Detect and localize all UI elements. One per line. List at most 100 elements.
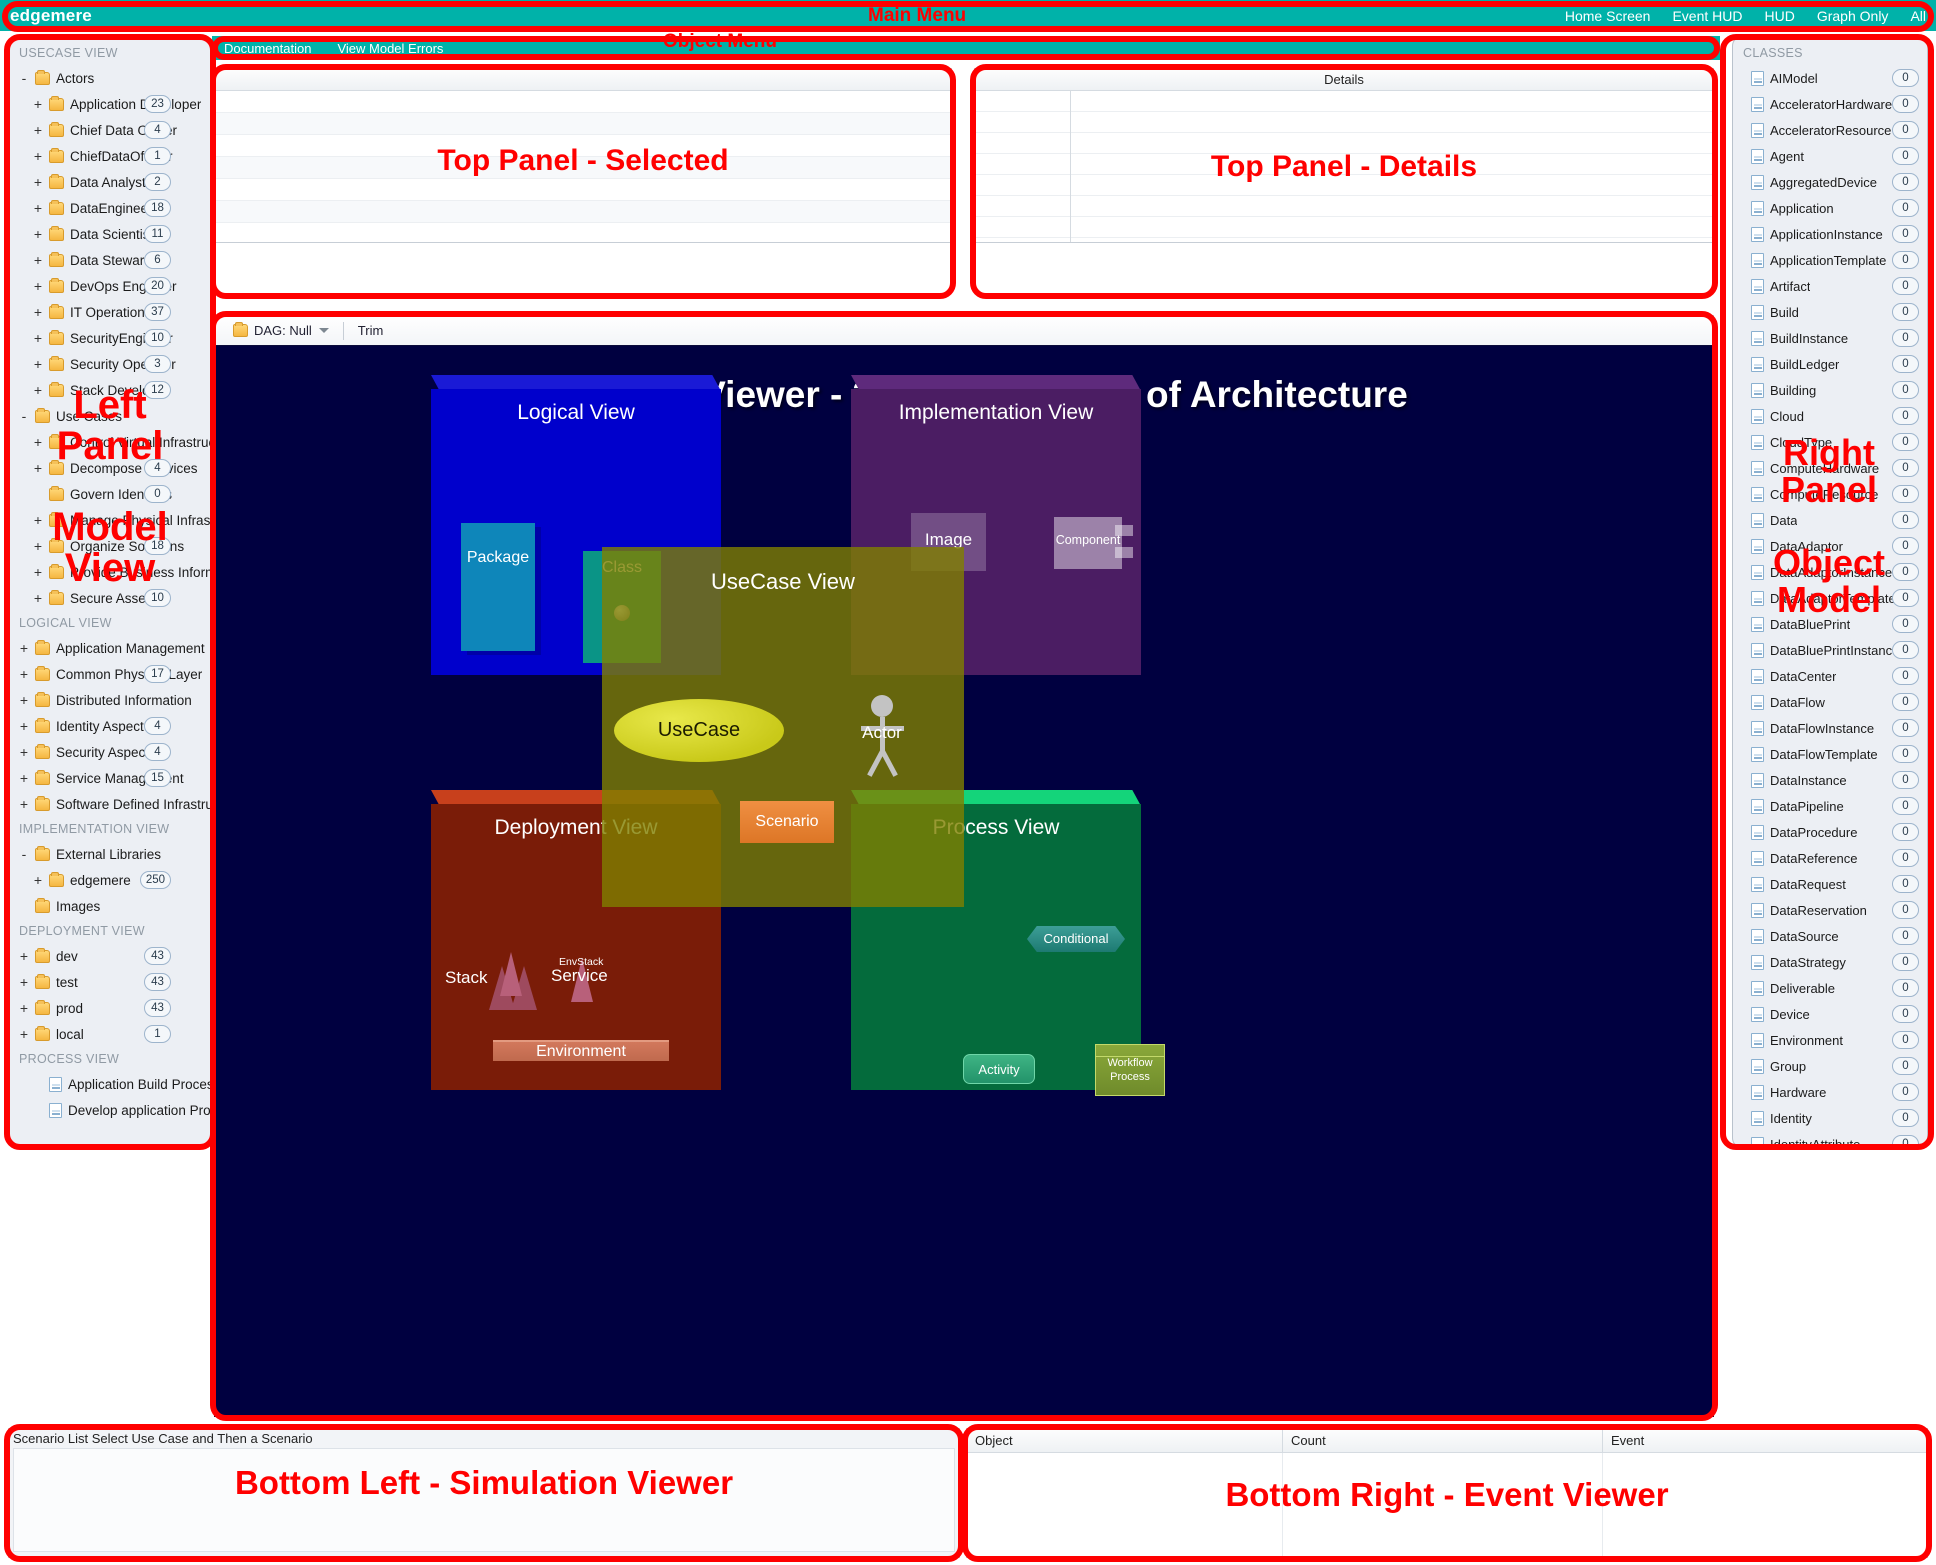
expand-toggle-icon[interactable]: + bbox=[17, 719, 31, 733]
tree-item[interactable]: + DevOps Engineer 20 bbox=[9, 273, 211, 299]
column-header-event[interactable]: Event bbox=[1603, 1429, 1927, 1452]
node-usecase[interactable]: UseCase bbox=[614, 699, 784, 762]
tree-item[interactable]: + Manage Physical Infrastructure bbox=[9, 507, 211, 533]
tree-item[interactable]: + Control Virtual Infrastructure bbox=[9, 429, 211, 455]
left-panel-model-view[interactable]: USECASE VIEW - Actors + Application Develope… bbox=[8, 36, 212, 1148]
class-list-item[interactable]: AcceleratorResource 0 bbox=[1733, 117, 1927, 143]
class-list-item[interactable]: Artifact 0 bbox=[1733, 273, 1927, 299]
node-environment[interactable]: Environment bbox=[493, 1040, 669, 1061]
tree-item[interactable]: + Data Steward 6 bbox=[9, 247, 211, 273]
tree-item[interactable]: - Actors bbox=[9, 65, 211, 91]
details-cell[interactable] bbox=[975, 196, 1070, 217]
tree-item[interactable]: + Application Management bbox=[9, 635, 211, 661]
class-list-item[interactable]: BuildInstance 0 bbox=[1733, 325, 1927, 351]
bottom-left-simulation-viewer[interactable]: Scenario List Select Use Case and Then a… bbox=[8, 1428, 960, 1558]
expand-toggle-icon[interactable]: + bbox=[31, 201, 45, 215]
chevron-down-icon[interactable] bbox=[318, 328, 329, 333]
details-cell[interactable] bbox=[975, 217, 1070, 238]
expand-toggle-icon[interactable]: + bbox=[17, 797, 31, 811]
class-list-item[interactable]: Data 0 bbox=[1733, 507, 1927, 533]
tree-item[interactable]: + Organize Solutions 18 bbox=[9, 533, 211, 559]
expand-toggle-icon[interactable]: + bbox=[17, 949, 31, 963]
node-conditional[interactable]: Conditional bbox=[1027, 926, 1125, 952]
details-cell[interactable] bbox=[1071, 133, 1713, 154]
expand-toggle-icon[interactable]: + bbox=[31, 539, 45, 553]
selected-row[interactable] bbox=[215, 113, 951, 135]
details-cell[interactable] bbox=[975, 133, 1070, 154]
expand-toggle-icon[interactable]: + bbox=[17, 745, 31, 759]
menu-item-event-hud[interactable]: Event HUD bbox=[1672, 8, 1742, 24]
cube-usecase-view[interactable]: UseCase View UseCase Actor Scenario bbox=[602, 547, 964, 907]
details-cell[interactable] bbox=[975, 112, 1070, 133]
tree-item[interactable]: + Data Scientist 11 bbox=[9, 221, 211, 247]
expand-toggle-icon[interactable]: + bbox=[31, 357, 45, 371]
tree-item[interactable]: + Decompose Services 4 bbox=[9, 455, 211, 481]
selected-row[interactable] bbox=[215, 91, 951, 113]
expand-toggle-icon[interactable]: + bbox=[17, 1027, 31, 1041]
details-cell[interactable] bbox=[975, 154, 1070, 175]
tree-item[interactable]: - External Libraries bbox=[9, 841, 211, 867]
tree-item[interactable]: + SecurityEngineer 10 bbox=[9, 325, 211, 351]
collapse-toggle-icon[interactable]: - bbox=[17, 71, 31, 85]
event-table-body[interactable] bbox=[967, 1453, 1927, 1557]
class-list-item[interactable]: DataReference 0 bbox=[1733, 845, 1927, 871]
selected-row[interactable] bbox=[215, 223, 951, 242]
class-list-item[interactable]: DataStrategy 0 bbox=[1733, 949, 1927, 975]
tree-item[interactable]: + DataEngineer 18 bbox=[9, 195, 211, 221]
node-workflow-process[interactable]: Workflow Process bbox=[1095, 1044, 1165, 1096]
class-list-item[interactable]: DataReservation 0 bbox=[1733, 897, 1927, 923]
class-list-item[interactable]: DataInstance 0 bbox=[1733, 767, 1927, 793]
object-menu-item-documentation[interactable]: Documentation bbox=[224, 41, 311, 56]
expand-toggle-icon[interactable]: + bbox=[31, 97, 45, 111]
tree-item[interactable]: Application Build Process bbox=[9, 1071, 211, 1097]
details-cell[interactable] bbox=[1071, 112, 1713, 133]
bottom-right-event-viewer[interactable]: Object Count Event bbox=[966, 1428, 1928, 1558]
collapse-toggle-icon[interactable]: - bbox=[17, 409, 31, 423]
class-list-item[interactable]: Application 0 bbox=[1733, 195, 1927, 221]
class-list-item[interactable]: DataCenter 0 bbox=[1733, 663, 1927, 689]
class-list-item[interactable]: DataAdaptorTemplate 0 bbox=[1733, 585, 1927, 611]
tree-item[interactable]: Images bbox=[9, 893, 211, 919]
expand-toggle-icon[interactable]: + bbox=[31, 279, 45, 293]
class-list-item[interactable]: Environment 0 bbox=[1733, 1027, 1927, 1053]
tree-item[interactable]: + Software Defined Infrastructure bbox=[9, 791, 211, 817]
details-cell[interactable] bbox=[1071, 217, 1713, 238]
class-list-item[interactable]: CloudType 0 bbox=[1733, 429, 1927, 455]
details-cell[interactable] bbox=[1071, 196, 1713, 217]
tree-item[interactable]: + ChiefDataOfficier 1 bbox=[9, 143, 211, 169]
expand-toggle-icon[interactable]: + bbox=[17, 771, 31, 785]
class-list-item[interactable]: ApplicationTemplate 0 bbox=[1733, 247, 1927, 273]
expand-toggle-icon[interactable]: + bbox=[31, 253, 45, 267]
tree-item[interactable]: + prod 43 bbox=[9, 995, 211, 1021]
class-list-item[interactable]: DataProcedure 0 bbox=[1733, 819, 1927, 845]
expand-toggle-icon[interactable]: + bbox=[17, 667, 31, 681]
trim-button[interactable]: Trim bbox=[344, 323, 398, 338]
class-list-item[interactable]: DataAdaptor 0 bbox=[1733, 533, 1927, 559]
class-list-item[interactable]: DataBluePrint 0 bbox=[1733, 611, 1927, 637]
details-cell[interactable] bbox=[1071, 91, 1713, 112]
class-list-item[interactable]: ComputeHardware 0 bbox=[1733, 455, 1927, 481]
node-component[interactable]: Component bbox=[1054, 517, 1133, 569]
scenario-list-body[interactable] bbox=[13, 1448, 955, 1552]
tree-item[interactable]: + local 1 bbox=[9, 1021, 211, 1047]
class-list-item[interactable]: Device 0 bbox=[1733, 1001, 1927, 1027]
tree-item[interactable]: + dev 43 bbox=[9, 943, 211, 969]
expand-toggle-icon[interactable]: + bbox=[31, 461, 45, 475]
top-panel-details[interactable]: Details bbox=[974, 68, 1714, 243]
expand-toggle-icon[interactable]: + bbox=[17, 1001, 31, 1015]
collapse-toggle-icon[interactable]: - bbox=[17, 847, 31, 861]
node-actor[interactable]: Actor bbox=[852, 695, 912, 779]
class-list-item[interactable]: DataAdaptorInstance 0 bbox=[1733, 559, 1927, 585]
class-list-item[interactable]: Group 0 bbox=[1733, 1053, 1927, 1079]
class-list-item[interactable]: Identity 0 bbox=[1733, 1105, 1927, 1131]
expand-toggle-icon[interactable]: + bbox=[17, 641, 31, 655]
model-view-tree[interactable]: USECASE VIEW - Actors + Application Develope… bbox=[9, 37, 211, 1147]
class-list-item[interactable]: AIModel 0 bbox=[1733, 65, 1927, 91]
graphical-viewer-3d[interactable]: Graphical Viewer - 3D Visualization of A… bbox=[214, 345, 1714, 1417]
class-list-item[interactable]: DataRequest 0 bbox=[1733, 871, 1927, 897]
right-panel-object-model[interactable]: CLASSES AIModel 0 AcceleratorHardware 0 Acce… bbox=[1732, 36, 1928, 1148]
selected-row[interactable] bbox=[215, 157, 951, 179]
details-cell[interactable] bbox=[1071, 175, 1713, 196]
class-list-item[interactable]: DataFlowInstance 0 bbox=[1733, 715, 1927, 741]
tree-item[interactable]: + Data Analyst 2 bbox=[9, 169, 211, 195]
